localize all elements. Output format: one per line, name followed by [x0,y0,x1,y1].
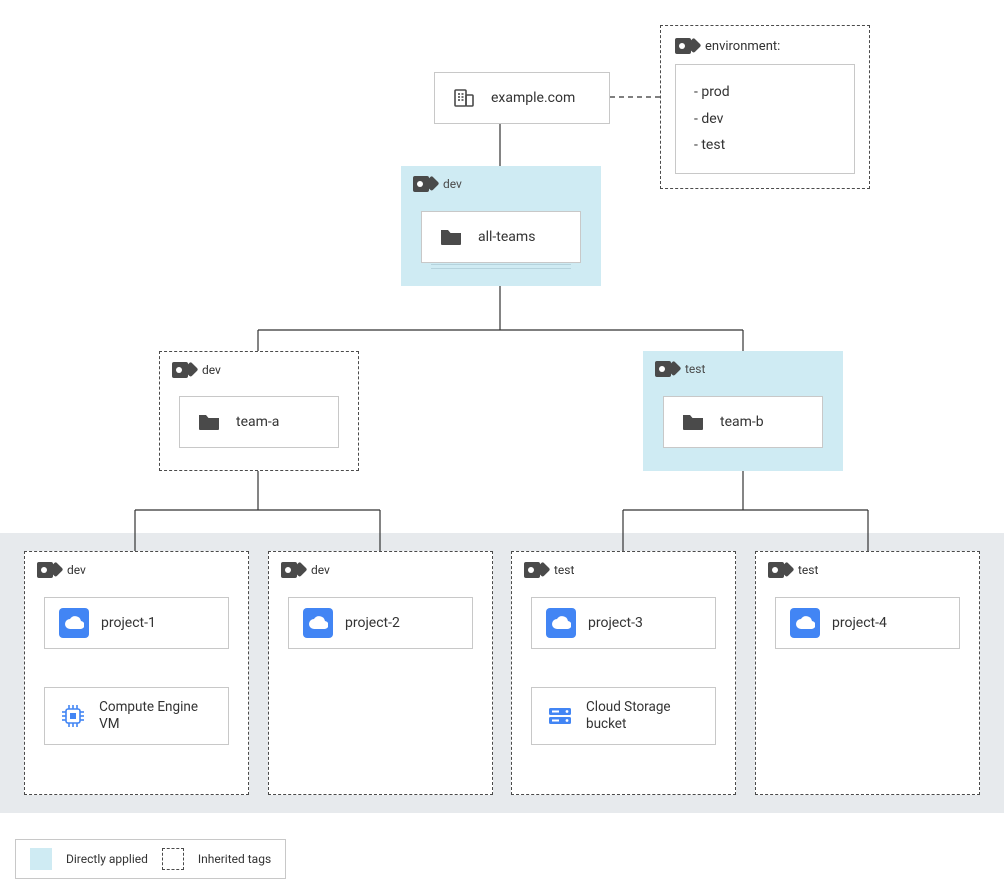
legend-label-inherit: Inherited tags [198,852,271,866]
cloud-icon [790,608,820,638]
node-label: project-2 [345,615,400,631]
node-label: all-teams [478,229,535,245]
tag-value-label: test [685,362,705,376]
node-label: team-b [720,414,764,430]
panel-project-1: dev [24,551,249,795]
tag-value-label: dev [311,563,330,577]
node-folder-all-teams: all-teams [421,211,581,263]
tag-icon [172,362,194,378]
folder-icon [194,407,224,437]
tag-icon [413,176,435,192]
node-label: project-4 [832,615,887,631]
node-label: project-3 [588,615,643,631]
panel-project-2: dev [268,551,493,795]
legend-label-direct: Directly applied [66,852,148,866]
tag-value: - test [694,132,836,159]
tag-value-label: dev [67,563,86,577]
tag-value-label: test [798,563,818,577]
node-project-2: project-2 [288,597,473,649]
cloud-icon [59,608,89,638]
tag-icon [768,562,790,578]
node-label: example.com [491,90,575,106]
tag-value-label: dev [202,363,221,377]
tag-icon [675,38,697,54]
tag-values-card: - prod - dev - test [675,64,855,174]
cloud-storage-icon [546,701,574,731]
tag-value: - dev [694,106,836,133]
tag-icon [524,562,546,578]
node-label: team-a [236,414,279,430]
node-project-3: project-3 [531,597,716,649]
tag-icon [281,562,303,578]
tag-icon [655,361,677,377]
node-project-1: project-1 [44,597,229,649]
node-label: project-1 [101,615,156,631]
cloud-icon [546,608,576,638]
node-label: Compute Engine VM [99,699,214,733]
panel-project-4: test [755,551,980,795]
tag-icon [37,562,59,578]
tag-value-label: dev [443,177,462,191]
folder-icon [678,407,708,437]
legend: Directly applied Inherited tags [15,839,286,879]
tag-key-label: environment: [705,39,780,54]
node-cloud-storage-bucket: Cloud Storage bucket [531,687,716,745]
compute-engine-icon [59,701,87,731]
tag-value: - prod [694,79,836,106]
tag-definition-box: environment: - prod - dev - test [660,25,870,189]
legend-swatch-inherit [162,848,184,870]
diagram-canvas: example.com environment: - prod - dev - … [0,0,1004,893]
node-folder-team-a: team-a [179,396,339,448]
organization-icon [449,83,479,113]
folder-icon [436,222,466,252]
node-folder-team-b: team-b [663,396,823,448]
panel-project-3: test [511,551,736,795]
cloud-icon [303,608,333,638]
tag-value-label: test [554,563,574,577]
node-label: Cloud Storage bucket [586,699,701,733]
node-compute-engine-vm: Compute Engine VM [44,687,229,745]
legend-swatch-direct [30,848,52,870]
node-organization: example.com [434,72,610,124]
node-project-4: project-4 [775,597,960,649]
